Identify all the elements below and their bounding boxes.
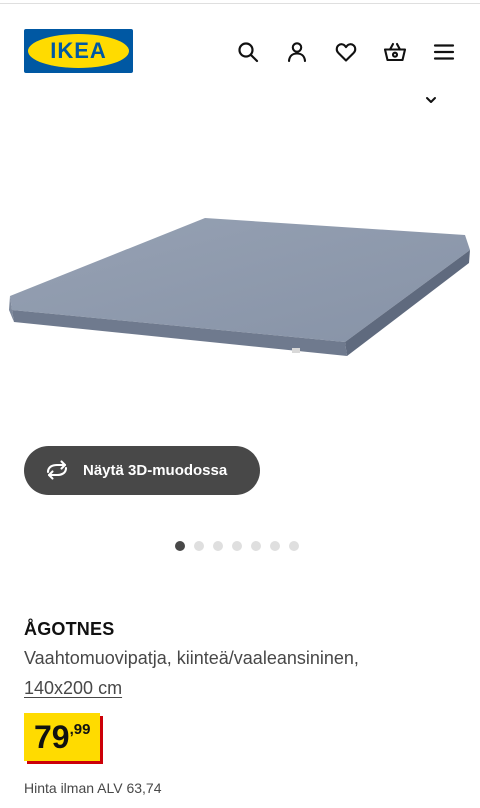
pagination-dot[interactable] [232,541,242,551]
user-icon [287,42,307,63]
menu-button[interactable] [430,38,458,66]
view-3d-label: Näytä 3D-muodossa [83,462,228,479]
product-size-link[interactable]: 140x200 cm [24,678,122,699]
pagination-dot[interactable] [175,541,185,551]
price-tag: 79 ,99 [24,713,101,761]
pagination-dot[interactable] [213,541,223,551]
price-integer: 79 [34,719,70,755]
view-3d-button[interactable]: Näytä 3D-muodossa [24,446,260,495]
basket-icon [383,42,407,62]
product-description: Vaahtomuovipatja, kiinteä/vaaleansininen… [24,648,359,668]
logo-text: IKEA [50,38,107,63]
search-icon [238,42,259,63]
chevron-down-icon[interactable] [423,92,439,108]
site-header: IKEA [0,20,480,84]
product-image[interactable] [0,110,480,440]
pagination-dot[interactable] [270,541,280,551]
heart-icon [335,43,357,62]
product-name: ÅGOTNES [24,619,115,639]
cart-button[interactable] [381,38,409,66]
rotate-3d-icon [46,460,68,480]
price-decimals: ,99 [69,721,91,738]
pagination-dot[interactable] [194,541,204,551]
account-button[interactable] [283,38,311,66]
image-pagination [175,541,299,551]
pagination-dot[interactable] [251,541,261,551]
top-divider [0,0,480,4]
pagination-dot[interactable] [289,541,299,551]
price-ex-vat: Hinta ilman ALV 63,74 [24,780,162,796]
ikea-logo[interactable]: IKEA [24,29,133,73]
menu-icon [433,44,455,60]
search-button[interactable] [234,38,262,66]
wishlist-button[interactable] [332,38,360,66]
